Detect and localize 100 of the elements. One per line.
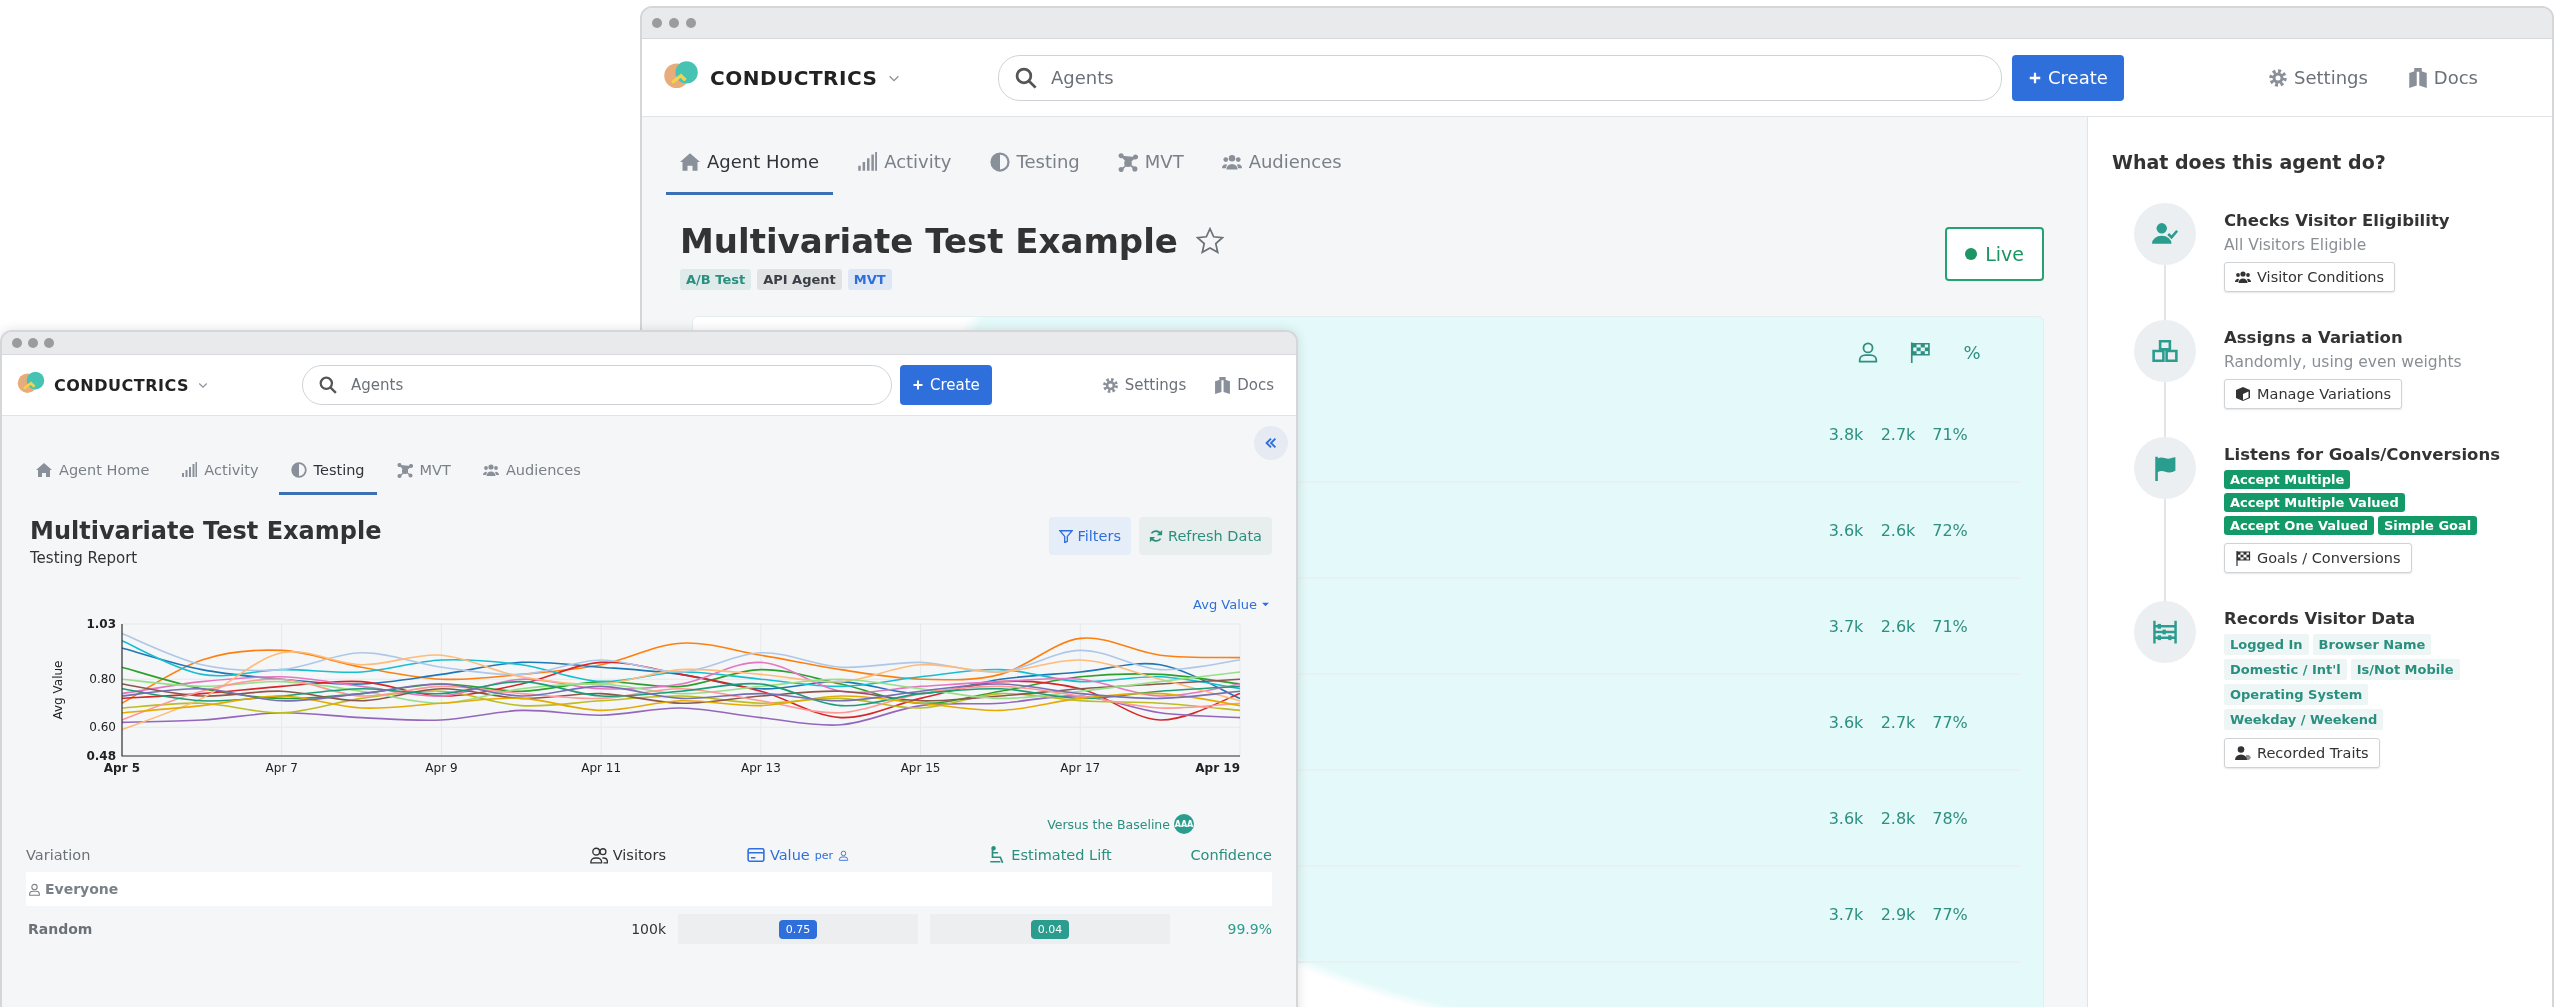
search-input[interactable]: Agents: [349, 375, 875, 395]
trait-tag: Browser Name: [2312, 634, 2432, 655]
tag: A/B Test: [680, 269, 752, 290]
docs-link[interactable]: Docs: [1214, 376, 1274, 394]
step-button[interactable]: Recorded Traits: [2224, 738, 2380, 768]
house-icon: [36, 462, 52, 478]
tab[interactable]: MVT: [1103, 135, 1198, 195]
trait-tag: Domestic / Int'l: [2224, 659, 2347, 680]
column-header[interactable]: Confidence: [1182, 847, 1272, 863]
tick-label: 0.80: [89, 672, 116, 687]
tab[interactable]: Activity: [169, 452, 271, 495]
tab[interactable]: Activity: [843, 135, 966, 195]
value-pill: 0.75: [778, 919, 818, 939]
tick-label: Apr 11: [581, 761, 622, 775]
page-title: Multivariate Test Example: [680, 221, 1178, 261]
goal-tag: Accept Multiple: [2224, 470, 2351, 489]
step-button[interactable]: Visitor Conditions: [2224, 262, 2396, 292]
create-button[interactable]: Create: [2012, 54, 2124, 101]
settings-icon: [1101, 376, 1119, 394]
trait-tag: Logged In: [2224, 634, 2309, 655]
tab[interactable]: MVT: [384, 452, 463, 495]
user-icon: [838, 849, 850, 861]
search-bar[interactable]: Agents: [998, 54, 2002, 101]
tab[interactable]: Testing: [278, 452, 377, 495]
bar-chart-icon: [181, 462, 198, 478]
docs-link[interactable]: Docs: [2407, 67, 2478, 88]
settings-link[interactable]: Settings: [1101, 376, 1187, 394]
nodes-icon: [1117, 151, 1138, 172]
search-input[interactable]: Agents: [1049, 66, 1985, 89]
variation-name: Random: [27, 921, 94, 937]
column-header[interactable]: Visitors: [566, 846, 666, 864]
column-header[interactable]: Variation: [26, 847, 554, 863]
stat-value: 3.6k: [1828, 712, 1864, 732]
brand-name[interactable]: CONDUCTRICS: [54, 375, 189, 395]
brand-name[interactable]: CONDUCTRICS: [710, 65, 878, 90]
box-icon: [2235, 386, 2251, 402]
stat-value: 2.8k: [1880, 808, 1916, 828]
confidence-value: 99.9%: [1226, 921, 1272, 937]
collapse-button[interactable]: [1254, 426, 1288, 460]
checkered-flag-icon: [1909, 341, 1931, 363]
book-icon: [2407, 67, 2428, 88]
stat-value: 3.6k: [1828, 808, 1864, 828]
stat-value: 3.8k: [1828, 424, 1864, 444]
search-icon: [319, 376, 337, 394]
create-button[interactable]: Create: [900, 365, 992, 405]
stat-value: 72%: [1932, 520, 1968, 540]
stat-value: 71%: [1932, 616, 1968, 636]
credit-card-icon: [746, 846, 765, 864]
column-header[interactable]: Value per: [678, 846, 918, 864]
group-label: Everyone: [28, 881, 119, 897]
book-icon: [1214, 376, 1232, 394]
filter-icon: [1058, 529, 1073, 543]
stat-value: 77%: [1932, 904, 1968, 924]
tab[interactable]: Agent Home: [24, 452, 162, 495]
caret-down-icon: [1261, 600, 1270, 609]
baseline-label: Versus the Baseline: [1047, 816, 1170, 832]
stat-value: 3.7k: [1828, 904, 1864, 924]
tick-label: Apr 17: [1060, 761, 1101, 775]
step-title: Records Visitor Data: [2224, 609, 2416, 628]
search-bar[interactable]: Agents: [302, 365, 892, 405]
people-icon: [2235, 269, 2251, 285]
tick-label: 0.48: [86, 749, 116, 763]
tick-label: Apr 9: [425, 761, 458, 775]
tick-label: Apr 13: [740, 761, 781, 775]
stat-value: 71%: [1932, 424, 1968, 444]
step-title: Assigns a Variation: [2224, 328, 2403, 347]
goal-tag: Accept Multiple Valued: [2224, 493, 2405, 512]
tab[interactable]: Testing: [975, 135, 1094, 195]
baseline-badge[interactable]: AAA: [1174, 814, 1194, 834]
user-icon: [28, 882, 41, 896]
users-icon: [589, 846, 608, 864]
metric-dropdown[interactable]: Avg Value: [1193, 597, 1270, 612]
tag: API Agent: [757, 269, 842, 290]
tab[interactable]: Audiences: [1207, 135, 1356, 195]
settings-link[interactable]: Settings: [2268, 67, 2368, 88]
tick-label: 1.03: [86, 617, 116, 631]
axis-title: Avg Value: [51, 660, 65, 720]
tick-label: 0.60: [89, 720, 116, 735]
stat-value: 77%: [1932, 712, 1968, 732]
lift-pill: 0.04: [1030, 919, 1070, 939]
settings-icon: [2268, 67, 2288, 88]
tab[interactable]: Agent Home: [666, 135, 834, 195]
half-circle-icon: [989, 151, 1010, 172]
step-button[interactable]: Goals / Conversions: [2224, 543, 2412, 573]
step-title: Checks Visitor Eligibility: [2224, 211, 2450, 230]
nodes-icon: [396, 462, 413, 478]
plus-icon: [912, 379, 924, 391]
cubes-icon: [2152, 338, 2178, 364]
status-button[interactable]: Live: [1945, 227, 2044, 281]
step-button[interactable]: Manage Variations: [2224, 379, 2403, 409]
filters-button[interactable]: Filters: [1048, 517, 1131, 555]
tab[interactable]: Audiences: [470, 452, 593, 495]
search-icon: [1015, 66, 1037, 89]
stat-value: 2.7k: [1880, 424, 1916, 444]
refresh-icon: [1149, 529, 1163, 543]
column-header[interactable]: Estimated Lift: [930, 846, 1170, 864]
user-icon: [1857, 341, 1879, 363]
refresh-button[interactable]: Refresh Data: [1139, 517, 1272, 555]
tick-label: Apr 5: [103, 761, 141, 775]
tag: MVT: [847, 269, 892, 290]
